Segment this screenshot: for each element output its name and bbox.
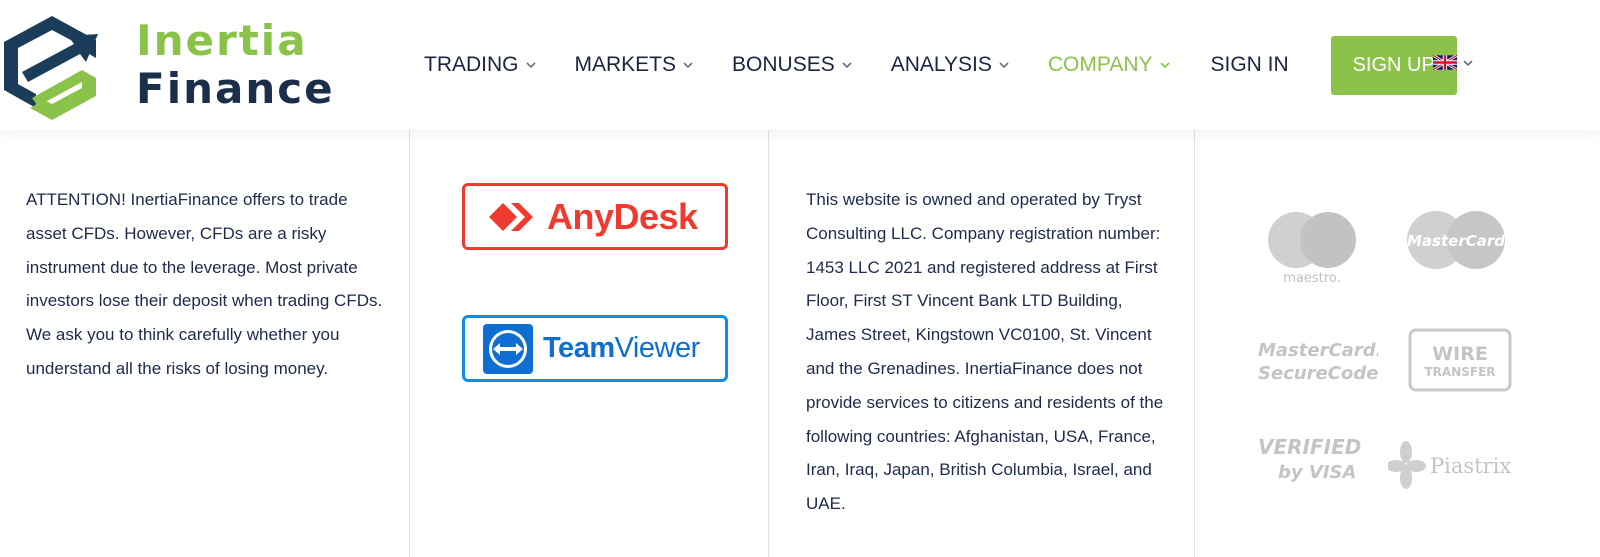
teamviewer-label: TeamViewer: [543, 332, 700, 365]
svg-text:Piastrix: Piastrix: [1430, 454, 1511, 478]
chevron-down-icon: [1159, 62, 1170, 69]
chevron-down-icon: [525, 62, 536, 69]
nav-item-analysis[interactable]: ANALYSIS: [891, 53, 1010, 77]
svg-text:SecureCode.: SecureCode.: [1258, 363, 1378, 384]
svg-text:VERIFIED: VERIFIED: [1258, 435, 1361, 459]
anydesk-button[interactable]: AnyDesk: [462, 183, 728, 250]
chevron-down-icon: [683, 62, 693, 69]
piastrix-logo-icon: Piastrix: [1388, 441, 1511, 489]
nav-item-label: TRADING: [424, 53, 519, 76]
chevron-down-icon: [1463, 59, 1473, 66]
site-header: Inertia Finance TRADING MARKETS BONUSES …: [0, 0, 1600, 130]
logo-mark-icon: [4, 16, 98, 120]
brand-word-finance: Finance: [136, 64, 335, 113]
uk-flag-icon: [1433, 55, 1457, 70]
nav-item-trading[interactable]: TRADING: [424, 53, 537, 77]
svg-text:by VISA: by VISA: [1278, 462, 1356, 483]
nav-item-label: ANALYSIS: [890, 53, 992, 76]
nav-item-label: COMPANY: [1047, 53, 1153, 76]
svg-text:TRANSFER: TRANSFER: [1424, 365, 1495, 379]
brand-word-inertia: Inertia: [136, 16, 308, 65]
nav-item-company[interactable]: COMPANY: [1048, 53, 1171, 77]
verified-by-visa-logo-icon: VERIFIED by VISA: [1258, 435, 1361, 483]
teamviewer-label-bold: Team: [543, 332, 615, 364]
teamviewer-label-rest: Viewer: [614, 332, 701, 364]
column-divider: [409, 130, 410, 557]
nav-item-label: MARKETS: [574, 53, 677, 76]
language-selector[interactable]: [1433, 55, 1474, 70]
chevron-down-icon: [999, 62, 1009, 69]
sign-in-link[interactable]: SIGN IN: [1211, 53, 1289, 77]
company-info-text: This website is owned and operated by Tr…: [806, 190, 1164, 514]
nav-item-markets[interactable]: MARKETS: [575, 53, 695, 77]
maestro-logo-icon: maestro.: [1268, 212, 1356, 286]
svg-text:WIRE: WIRE: [1432, 343, 1488, 365]
column-divider: [768, 130, 769, 557]
brand-logo[interactable]: Inertia Finance: [0, 6, 340, 124]
risk-warning-text: ATTENTION! InertiaFinance offers to trad…: [26, 190, 383, 378]
column-divider: [1194, 130, 1195, 557]
anydesk-icon: [489, 202, 533, 231]
teamviewer-button[interactable]: TeamViewer: [462, 315, 728, 382]
mastercard-securecode-logo-icon: MasterCard. SecureCode.: [1258, 340, 1378, 384]
svg-text:MasterCard: MasterCard: [1407, 232, 1505, 250]
chevron-down-icon: [842, 62, 852, 69]
teamviewer-icon: [483, 323, 533, 374]
mastercard-logo-icon: MasterCard: [1407, 211, 1505, 269]
nav-item-label: BONUSES: [732, 53, 835, 76]
svg-text:maestro.: maestro.: [1283, 271, 1340, 286]
main-nav: TRADING MARKETS BONUSES ANALYSIS COMPANY…: [424, 0, 1457, 130]
wire-transfer-logo-icon: WIRE TRANSFER: [1408, 328, 1512, 392]
anydesk-label: AnyDesk: [547, 195, 698, 237]
svg-text:MasterCard.: MasterCard.: [1258, 340, 1378, 361]
nav-item-bonuses[interactable]: BONUSES: [732, 53, 853, 77]
